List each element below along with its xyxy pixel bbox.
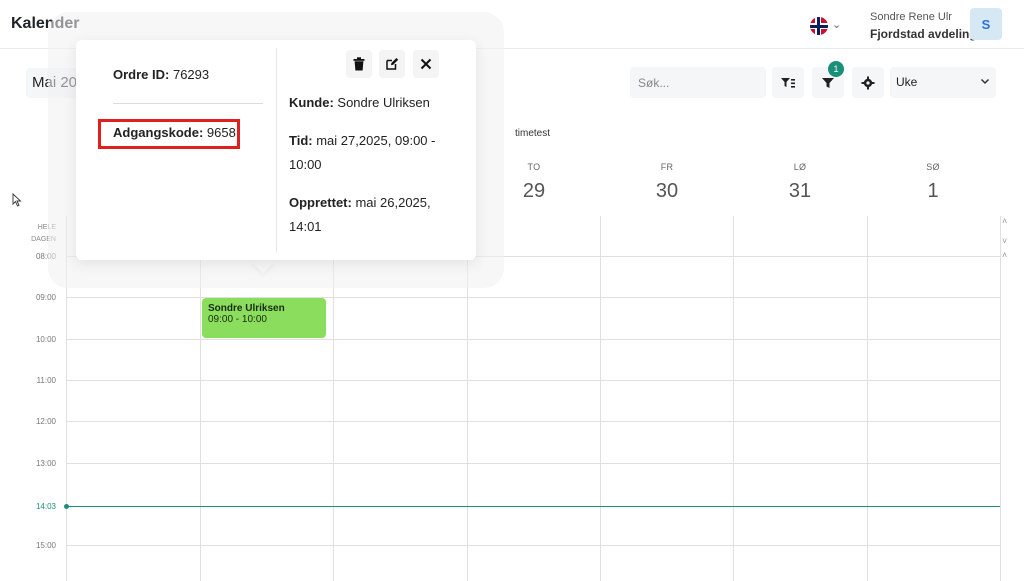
resource-label: timetest [515, 128, 551, 139]
scroll-up-icon[interactable]: ˄ [1002, 216, 1007, 226]
day-date: 31 [788, 180, 812, 202]
grid-column-line [200, 216, 201, 581]
day-header-friday[interactable]: FR 30 [601, 162, 733, 203]
day-header-sunday[interactable]: SØ 1 [867, 162, 999, 203]
mouse-cursor-icon [12, 193, 22, 207]
time-label: 12:00 [35, 417, 56, 426]
day-name: LØ [793, 162, 807, 172]
order-id: Ordre ID: 76293 [113, 67, 210, 82]
popover-divider [113, 103, 263, 104]
gear-icon [861, 76, 875, 89]
filter-count-badge: 1 [828, 61, 844, 77]
day-date: 30 [655, 180, 679, 202]
event-title: Sondre Ulriksen [208, 303, 285, 314]
order-popover: Ordre ID: 76293 Adgangskode: 9658 Kunde:… [76, 40, 476, 260]
day-header-saturday[interactable]: LØ 31 [734, 162, 866, 203]
time-label: 10:00 [35, 335, 56, 344]
search-input[interactable] [630, 67, 766, 98]
day-date: 1 [927, 180, 939, 202]
delete-button[interactable] [346, 50, 372, 78]
filter-list-button[interactable] [772, 67, 804, 98]
grid-column-line [66, 216, 67, 581]
time-label: 08:00 [35, 252, 56, 261]
day-header-thursday[interactable]: TO 29 [468, 162, 600, 203]
customer: Kunde: Sondre Ulriksen [289, 95, 430, 110]
grid-row-line [66, 421, 1000, 422]
settings-button[interactable] [852, 67, 884, 98]
current-time-line [66, 506, 1000, 507]
user-branch[interactable]: Fjordstad avdeling [870, 27, 977, 41]
scroll-up-icon[interactable]: ˄ [1002, 250, 1007, 260]
filter-list-icon [781, 77, 795, 88]
avatar[interactable]: S [970, 8, 1002, 40]
current-time-dot [64, 504, 69, 509]
grid-column-line [867, 216, 868, 581]
time-label: 09:00 [35, 293, 56, 302]
allday-label: HELE DAGEN [31, 224, 56, 243]
chevron-down-icon[interactable]: ⌄ [832, 18, 841, 31]
scroll-down-icon[interactable]: ˅ [1002, 236, 1007, 246]
time-label: 11:00 [36, 376, 56, 385]
grid-row-line [66, 545, 1000, 546]
day-name: SØ [926, 162, 940, 172]
popover-divider [276, 48, 277, 252]
norway-flag-icon[interactable] [810, 17, 828, 35]
day-name: FR [660, 162, 674, 172]
day-name: TO [527, 162, 541, 172]
grid-column-line [333, 216, 334, 581]
time-label: 13:00 [35, 459, 56, 468]
grid-column-line [1000, 216, 1001, 581]
grid-column-line [600, 216, 601, 581]
view-select-value: Uke [896, 75, 918, 89]
current-time-label: 14:03 [35, 502, 56, 511]
grid-row-line [66, 380, 1000, 381]
event-time: 09:00 - 10:00 [208, 314, 267, 325]
appointment-time: Tid: mai 27,2025, 09:00 - 10:00 [289, 133, 436, 172]
calendar-event[interactable]: Sondre Ulriksen 09:00 - 10:00 [202, 298, 326, 338]
grid-column-line [733, 216, 734, 581]
grid-column-line [467, 216, 468, 581]
chevron-down-icon [980, 75, 990, 89]
grid-row-line [66, 339, 1000, 340]
grid-row-line [66, 463, 1000, 464]
view-select[interactable]: Uke [890, 67, 996, 98]
access-code-highlight [98, 119, 240, 149]
edit-button[interactable] [379, 50, 405, 78]
page-title: Kalender [11, 15, 80, 32]
user-name[interactable]: Sondre Rene Ulr [870, 11, 952, 23]
edit-icon [386, 58, 399, 70]
day-date: 29 [522, 180, 546, 202]
filter-icon [822, 77, 834, 88]
trash-icon [353, 57, 365, 71]
close-button[interactable] [413, 50, 439, 78]
created-date: Opprettet: mai 26,2025, 14:01 [289, 195, 431, 234]
close-icon [420, 58, 432, 70]
time-label: 15:00 [35, 541, 56, 550]
